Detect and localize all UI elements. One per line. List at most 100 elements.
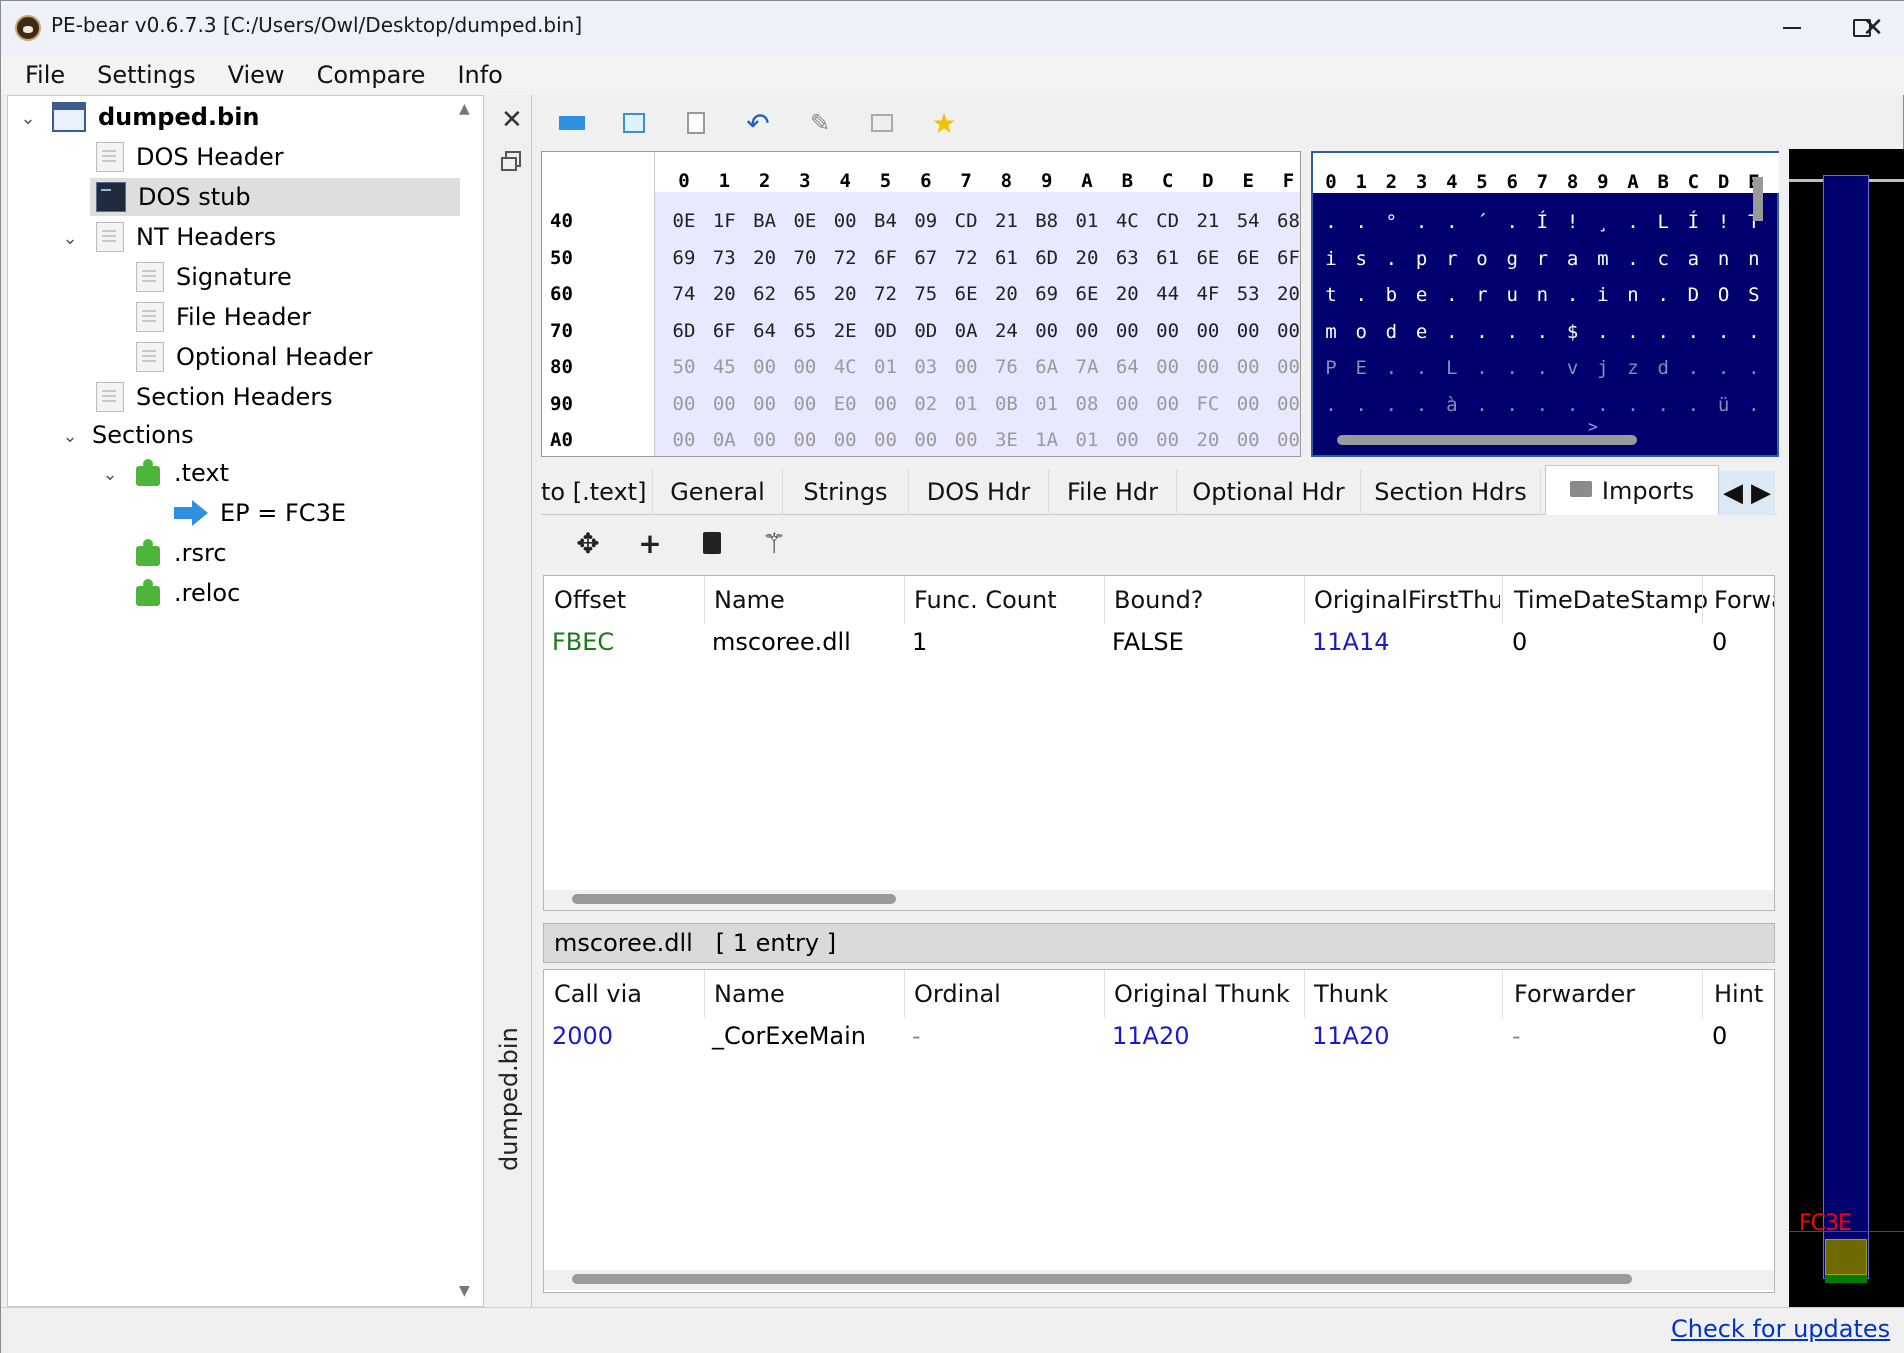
chevron-down-icon[interactable]: ⌄	[60, 228, 80, 249]
chevron-down-icon[interactable]: ⌄	[60, 426, 80, 447]
hex-byte[interactable]: 67	[906, 247, 946, 269]
tree-item-dos-header[interactable]: DOS Header	[96, 138, 284, 176]
hex-byte[interactable]: 00	[785, 356, 825, 378]
ascii-char[interactable]: v	[1559, 357, 1587, 379]
ascii-char[interactable]: .	[1649, 321, 1677, 343]
close-icon[interactable]: ✕	[501, 105, 523, 135]
ascii-char[interactable]: n	[1710, 248, 1738, 270]
hex-byte[interactable]: 4C	[825, 356, 865, 378]
ascii-char[interactable]: L	[1438, 357, 1466, 379]
tree-root[interactable]: dumped.bin	[52, 98, 260, 136]
scroll-down-arrow-icon[interactable]: ▼	[459, 1283, 470, 1299]
hex-byte[interactable]: 01	[866, 356, 906, 378]
hex-byte[interactable]: 0E	[785, 210, 825, 232]
column-header[interactable]: Bound?	[1114, 586, 1204, 614]
hex-byte[interactable]: 24	[986, 320, 1026, 342]
horizontal-scrollbar[interactable]	[572, 1274, 1632, 1284]
hex-byte[interactable]: 00	[1148, 429, 1188, 451]
structure-tree[interactable]: ⌄ dumped.bin DOS Header DOS stub ⌄ NT He…	[7, 95, 484, 1307]
ascii-char[interactable]: g	[1498, 248, 1526, 270]
ascii-char[interactable]: d	[1377, 321, 1405, 343]
ascii-char[interactable]: !	[1559, 211, 1587, 233]
hex-byte[interactable]: CD	[1148, 210, 1188, 232]
column-header[interactable]: Offset	[554, 586, 626, 614]
hex-byte[interactable]: 7A	[1067, 356, 1107, 378]
hex-byte[interactable]: 00	[1269, 356, 1309, 378]
hex-byte[interactable]: 08	[1067, 393, 1107, 415]
hex-byte[interactable]: 68	[1269, 210, 1309, 232]
tab-section-hdrs[interactable]: Section Hdrs	[1361, 469, 1541, 515]
minimize-button[interactable]	[1757, 1, 1827, 55]
hex-byte[interactable]: 20	[986, 283, 1026, 305]
hex-byte[interactable]: 00	[1148, 320, 1188, 342]
hex-byte[interactable]: 00	[745, 393, 785, 415]
hex-byte[interactable]: 72	[946, 247, 986, 269]
ascii-char[interactable]: .	[1317, 394, 1345, 416]
hex-byte[interactable]: 1F	[704, 210, 744, 232]
horizontal-scrollbar[interactable]	[1337, 435, 1637, 445]
tab-imports[interactable]: Imports	[1545, 465, 1719, 515]
move-button[interactable]: ✥	[557, 523, 619, 563]
ascii-char[interactable]: .	[1347, 211, 1375, 233]
wand-button[interactable]: ⚚	[743, 523, 805, 563]
imports-table[interactable]: Offset Name Func. Count Bound? OriginalF…	[543, 575, 1775, 911]
hex-byte[interactable]: 62	[745, 283, 785, 305]
ascii-char[interactable]: .	[1498, 357, 1526, 379]
hex-byte[interactable]: 6F	[866, 247, 906, 269]
tab-optional-hdr[interactable]: Optional Hdr	[1177, 469, 1361, 515]
hex-byte[interactable]: BA	[745, 210, 785, 232]
ascii-view[interactable]: 0123456789ABCDE ..°..´.Í!¸.LÍ!Tis.progra…	[1311, 151, 1779, 457]
hex-byte[interactable]: 09	[906, 210, 946, 232]
ascii-char[interactable]: S	[1740, 284, 1768, 306]
hex-byte[interactable]: 20	[704, 283, 744, 305]
document-tab[interactable]: dumped.bin	[495, 991, 523, 1171]
ascii-char[interactable]: .	[1619, 321, 1647, 343]
hex-byte[interactable]: 65	[785, 283, 825, 305]
tab-strings[interactable]: Strings	[783, 469, 909, 515]
hex-byte[interactable]: 54	[1228, 210, 1268, 232]
column-header[interactable]: Hint	[1714, 980, 1763, 1008]
ascii-char[interactable]: O	[1710, 284, 1738, 306]
hex-byte[interactable]: 00	[1107, 393, 1147, 415]
ascii-char[interactable]: .	[1679, 394, 1707, 416]
ascii-char[interactable]: .	[1619, 394, 1647, 416]
ascii-char[interactable]: ü	[1710, 394, 1738, 416]
ascii-char[interactable]: .	[1377, 357, 1405, 379]
hex-byte[interactable]: 00	[1148, 393, 1188, 415]
column-header[interactable]: Name	[714, 980, 785, 1008]
hex-byte[interactable]: 63	[1107, 247, 1147, 269]
hex-byte[interactable]: 3E	[986, 429, 1026, 451]
ascii-char[interactable]: .	[1589, 321, 1617, 343]
hex-byte[interactable]: 61	[986, 247, 1026, 269]
ascii-char[interactable]: .	[1347, 394, 1375, 416]
menu-file[interactable]: File	[9, 61, 81, 89]
hex-byte[interactable]: 00	[1228, 356, 1268, 378]
column-header[interactable]: Func. Count	[914, 586, 1057, 614]
hex-byte[interactable]: 00	[664, 429, 704, 451]
hex-byte[interactable]: 0D	[906, 320, 946, 342]
ascii-char[interactable]: .	[1377, 394, 1405, 416]
hex-byte[interactable]: 2E	[825, 320, 865, 342]
ascii-char[interactable]: Í	[1528, 211, 1556, 233]
ascii-char[interactable]: o	[1347, 321, 1375, 343]
ascii-char[interactable]: .	[1649, 284, 1677, 306]
hex-byte[interactable]: 00	[1148, 356, 1188, 378]
ascii-char[interactable]: ´	[1468, 211, 1496, 233]
hex-byte[interactable]: 00	[946, 356, 986, 378]
hex-byte[interactable]: 0A	[946, 320, 986, 342]
ascii-char[interactable]: E	[1347, 357, 1375, 379]
hex-byte[interactable]: 00	[1107, 429, 1147, 451]
close-button[interactable]: ✕	[1841, 1, 1904, 55]
hex-byte[interactable]: 6F	[704, 320, 744, 342]
hex-byte[interactable]: E0	[825, 393, 865, 415]
hex-byte[interactable]: 0B	[986, 393, 1026, 415]
hex-byte[interactable]: 75	[906, 283, 946, 305]
goto-rva-button[interactable]	[603, 103, 665, 143]
hex-byte[interactable]: 20	[745, 247, 785, 269]
hex-byte[interactable]: 00	[745, 356, 785, 378]
tree-item-reloc-section[interactable]: .reloc	[134, 574, 240, 612]
ascii-char[interactable]: .	[1528, 321, 1556, 343]
ascii-char[interactable]: .	[1710, 357, 1738, 379]
hex-byte[interactable]: 00	[825, 210, 865, 232]
hex-byte[interactable]: 0A	[704, 429, 744, 451]
